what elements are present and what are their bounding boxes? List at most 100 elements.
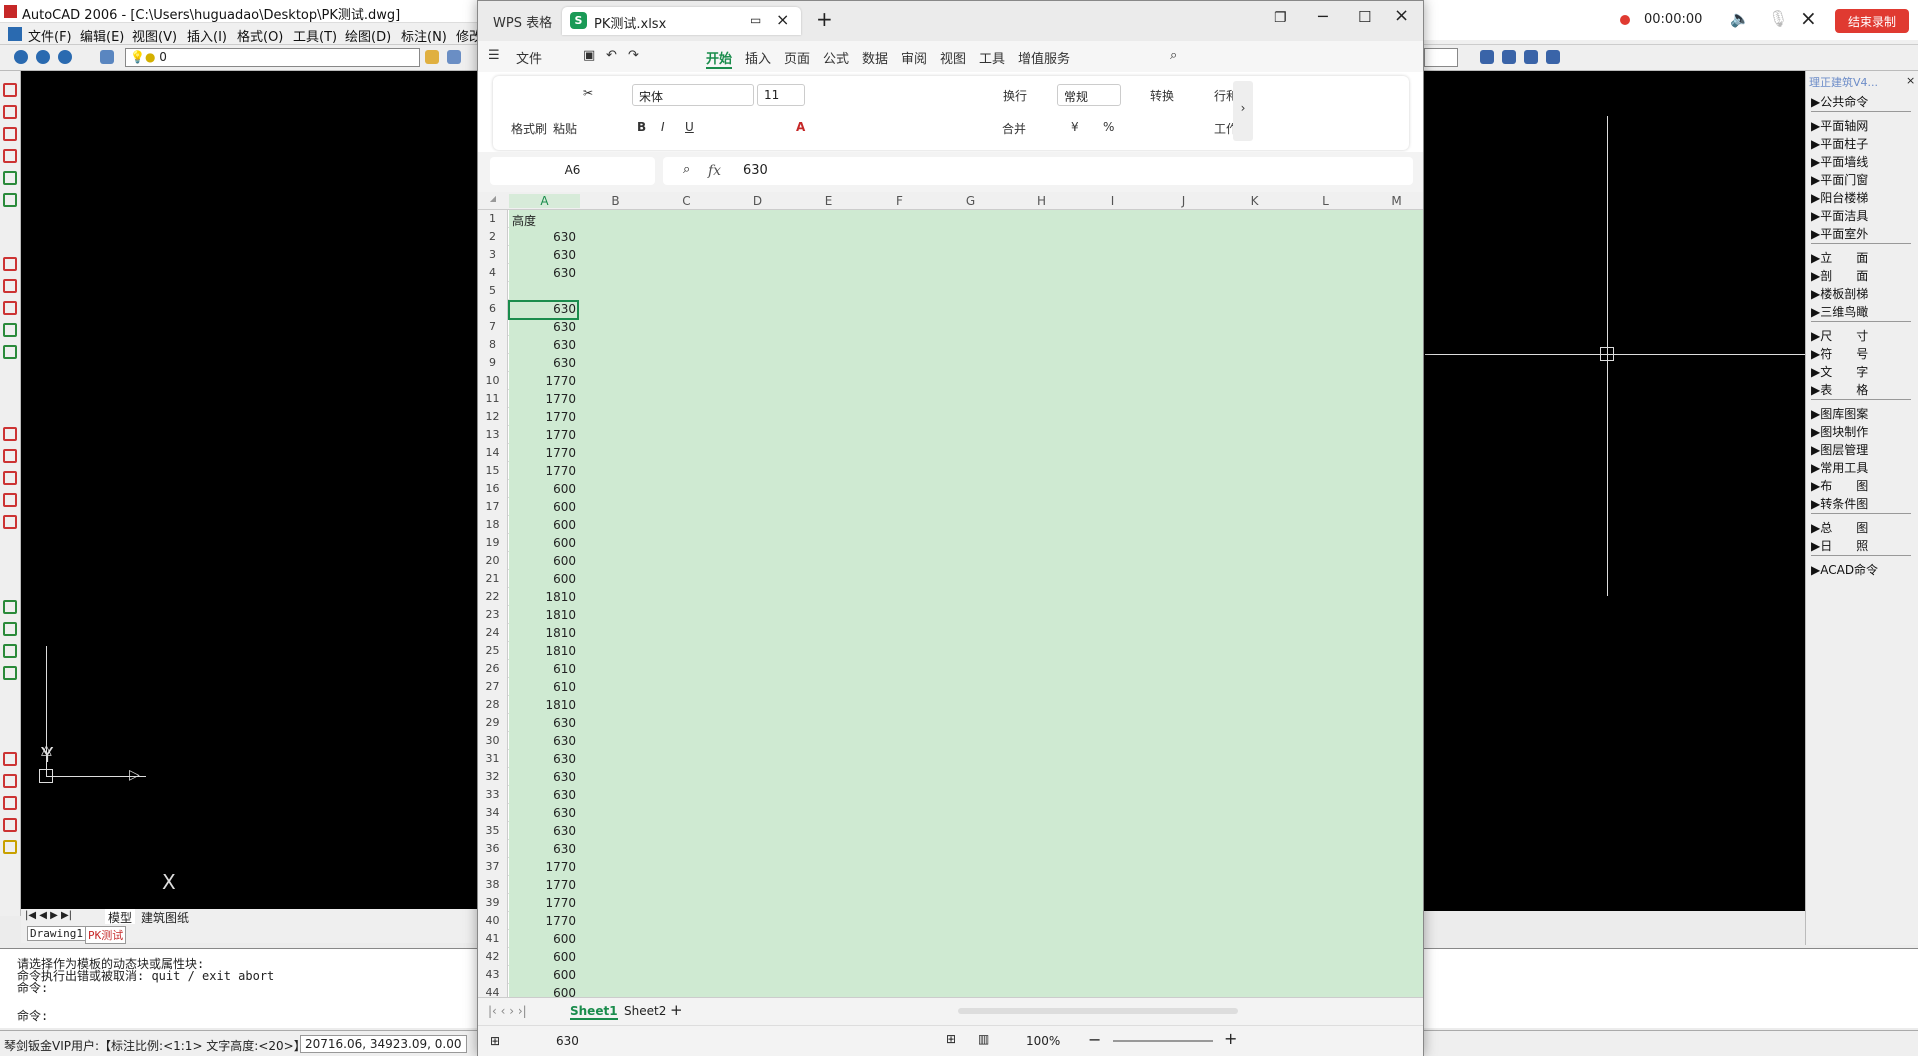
cell-a[interactable]: 610 — [509, 662, 576, 676]
percent-icon[interactable]: % — [1103, 120, 1114, 134]
block-tool-icon[interactable] — [3, 774, 17, 788]
panel-item[interactable]: ▶公共命令 — [1811, 93, 1868, 110]
panel-item[interactable]: ▶图层管理 — [1811, 441, 1868, 458]
row-header[interactable]: 9 — [478, 354, 508, 372]
panel-item[interactable]: ▶尺 寸 — [1811, 327, 1868, 344]
cell-a[interactable]: 1770 — [509, 464, 576, 478]
column-header[interactable]: H — [1006, 194, 1077, 208]
cell-a[interactable]: 630 — [509, 788, 576, 802]
row-header[interactable]: 17 — [478, 498, 508, 516]
modify-tool-icon[interactable] — [3, 323, 17, 337]
currency-icon[interactable]: ¥ — [1071, 120, 1079, 134]
tab-page[interactable]: 页面 — [784, 48, 810, 67]
row-header[interactable]: 44 — [478, 984, 508, 997]
wps-doc-tab[interactable]: S PK测试.xlsx ▭ × — [562, 7, 801, 35]
window-close-icon[interactable]: × — [1394, 5, 1409, 26]
back-icon[interactable] — [14, 50, 28, 64]
panel-item[interactable]: ▶总 图 — [1811, 519, 1868, 536]
cell-a[interactable]: 630 — [509, 266, 576, 280]
row-header[interactable]: 13 — [478, 426, 508, 444]
panel-item[interactable]: ▶平面室外 — [1811, 225, 1868, 242]
cell-a[interactable]: 600 — [509, 536, 576, 550]
row-header[interactable]: 42 — [478, 948, 508, 966]
block-tool-icon[interactable] — [3, 818, 17, 832]
menu-tools[interactable]: 工具(T) — [293, 26, 337, 45]
cell-a[interactable]: 630 — [509, 320, 576, 334]
cell-a[interactable]: 1810 — [509, 590, 576, 604]
row-header[interactable]: 4 — [478, 264, 508, 282]
tab-data[interactable]: 数据 — [862, 48, 888, 67]
row-header[interactable]: 6 — [478, 300, 508, 318]
modify-tool-icon[interactable] — [3, 301, 17, 315]
draw-tool-icon[interactable] — [3, 171, 17, 185]
file-menu[interactable]: 文件 — [516, 48, 542, 67]
block-tool-icon[interactable] — [3, 752, 17, 766]
select-all-corner[interactable]: ◢ — [478, 194, 508, 203]
formula-input[interactable]: ⌕ fx 630 — [663, 157, 1413, 185]
row-header[interactable]: 43 — [478, 966, 508, 984]
format-painter-button[interactable]: 格式刷 — [511, 120, 547, 137]
edit-tool-icon[interactable] — [3, 471, 17, 485]
row-header[interactable]: 20 — [478, 552, 508, 570]
row-header[interactable]: 35 — [478, 822, 508, 840]
row-header[interactable]: 11 — [478, 390, 508, 408]
wps-home-tab[interactable]: WPS 表格 — [483, 7, 562, 35]
cell-a[interactable]: 630 — [509, 338, 576, 352]
row-header[interactable]: 2 — [478, 228, 508, 246]
font-size-select[interactable]: 11 — [757, 84, 805, 106]
cell-a[interactable]: 630 — [509, 842, 576, 856]
close-icon[interactable]: × — [1800, 6, 1817, 30]
row-header[interactable]: 40 — [478, 912, 508, 930]
tab-view[interactable]: 视图 — [940, 48, 966, 67]
panel-item[interactable]: ▶三维鸟瞰 — [1811, 303, 1868, 320]
stop-recording-button[interactable]: 结束录制 — [1835, 9, 1909, 33]
wall-tool-icon[interactable] — [3, 622, 17, 636]
edit-tool-icon[interactable] — [3, 493, 17, 507]
paste-button[interactable]: 粘贴 — [553, 120, 577, 137]
cut-icon[interactable]: ✂ — [583, 86, 593, 100]
cell-a[interactable]: 1810 — [509, 608, 576, 622]
draw-tool-icon[interactable] — [3, 193, 17, 207]
row-header[interactable]: 12 — [478, 408, 508, 426]
search-icon[interactable]: ⌕ — [1170, 48, 1177, 63]
save-icon[interactable]: ▣ — [583, 48, 595, 63]
modify-tool-icon[interactable] — [3, 279, 17, 293]
name-box[interactable]: A6 — [490, 157, 655, 185]
selected-cell-a6[interactable] — [508, 300, 579, 320]
panel-item[interactable]: ▶图库图案 — [1811, 405, 1868, 422]
sheet-tab-active[interactable]: Sheet1 — [570, 1004, 618, 1020]
panel-item[interactable]: ▶常用工具 — [1811, 459, 1868, 476]
row-header[interactable]: 23 — [478, 606, 508, 624]
block-tool-icon[interactable] — [3, 840, 17, 854]
font-family-select[interactable]: 宋体 — [632, 84, 754, 106]
row-header[interactable]: 18 — [478, 516, 508, 534]
cell-a[interactable]: 1770 — [509, 410, 576, 424]
tab-formula[interactable]: 公式 — [823, 48, 849, 67]
cell-a[interactable]: 1770 — [509, 878, 576, 892]
cell-a[interactable]: 1770 — [509, 914, 576, 928]
modify-tool-icon[interactable] — [3, 345, 17, 359]
panel-item[interactable]: ▶布 图 — [1811, 477, 1868, 494]
row-header[interactable]: 38 — [478, 876, 508, 894]
row-header[interactable]: 8 — [478, 336, 508, 354]
cell-a[interactable]: 1810 — [509, 626, 576, 640]
viewport-icon-4[interactable] — [1546, 50, 1560, 64]
tab-review[interactable]: 审阅 — [901, 48, 927, 67]
cell-a[interactable]: 1810 — [509, 698, 576, 712]
page-view-icon[interactable]: ▥ — [978, 1032, 989, 1046]
maximize-icon[interactable]: ☐ — [1358, 8, 1371, 26]
tab-window-icon[interactable]: ▭ — [750, 13, 761, 27]
row-header[interactable]: 27 — [478, 678, 508, 696]
row-header[interactable]: 28 — [478, 696, 508, 714]
tab-tools[interactable]: 工具 — [979, 48, 1005, 67]
row-header[interactable]: 19 — [478, 534, 508, 552]
panel-item[interactable]: ▶日 照 — [1811, 537, 1868, 554]
panel-item[interactable]: ▶阳台楼梯 — [1811, 189, 1868, 206]
viewport-icon-3[interactable] — [1524, 50, 1538, 64]
viewport-icon-2[interactable] — [1502, 50, 1516, 64]
cell-a[interactable]: 630 — [509, 248, 576, 262]
cell-a[interactable]: 630 — [509, 716, 576, 730]
viewport-icon-1[interactable] — [1480, 50, 1494, 64]
layer-tool-icon[interactable] — [425, 50, 439, 64]
forward-icon[interactable] — [36, 50, 50, 64]
